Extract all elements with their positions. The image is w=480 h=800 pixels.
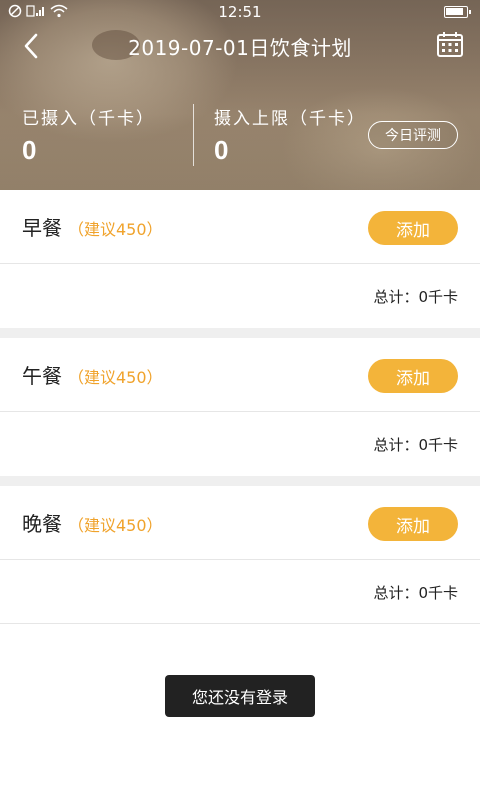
meal-header: 晚餐 （建议450） 添加 [0, 486, 480, 560]
meal-suggestion: （建议450） [68, 220, 163, 239]
calendar-button[interactable] [436, 30, 466, 60]
page-title: 2019-07-01日饮食计划 [128, 36, 352, 60]
meal-name: 晚餐 [22, 512, 62, 536]
meal-suggestion: （建议450） [68, 368, 163, 387]
meal-name: 早餐 [22, 216, 62, 240]
meal-footer: 总计：0千卡 [0, 560, 480, 624]
meal-footer: 总计：0千卡 [0, 412, 480, 476]
meal-suggestion: （建议450） [68, 516, 163, 535]
battery-icon [444, 6, 471, 18]
meal-total: 总计：0千卡 [373, 288, 458, 306]
limit-summary: 摄入上限（千卡） 0 [214, 104, 366, 166]
section-gap [0, 476, 480, 486]
meal-section-breakfast: 早餐 （建议450） 添加 总计：0千卡 [0, 190, 480, 328]
meal-section-lunch: 午餐 （建议450） 添加 总计：0千卡 [0, 338, 480, 476]
limit-value: 0 [214, 135, 229, 165]
diet-plan-page: 12:51 2019-07-01日饮食计划 已摄入（千卡） 0 摄入上限（千卡）… [0, 0, 480, 800]
nav-bar: 2019-07-01日饮食计划 [0, 28, 480, 64]
limit-label: 摄入上限（千卡） [214, 109, 366, 129]
add-breakfast-button[interactable]: 添加 [368, 211, 458, 245]
login-toast: 您还没有登录 [165, 675, 315, 717]
add-dinner-button[interactable]: 添加 [368, 507, 458, 541]
meal-section-dinner: 晚餐 （建议450） 添加 总计：0千卡 [0, 486, 480, 624]
status-bar: 12:51 [0, 0, 480, 24]
meal-name: 午餐 [22, 364, 62, 388]
meal-header: 午餐 （建议450） 添加 [0, 338, 480, 412]
add-lunch-button[interactable]: 添加 [368, 359, 458, 393]
section-gap [0, 328, 480, 338]
status-time: 12:51 [218, 3, 262, 21]
meal-total: 总计：0千卡 [373, 436, 458, 454]
meal-footer: 总计：0千卡 [0, 264, 480, 328]
summary-divider [193, 104, 194, 166]
consumed-label: 已摄入（千卡） [22, 109, 155, 129]
consumed-summary: 已摄入（千卡） 0 [22, 104, 155, 166]
evaluate-button[interactable]: 今日评测 [368, 121, 458, 149]
meal-header: 早餐 （建议450） 添加 [0, 190, 480, 264]
calendar-icon [437, 32, 463, 57]
consumed-value: 0 [22, 135, 37, 165]
meal-total: 总计：0千卡 [373, 584, 458, 602]
